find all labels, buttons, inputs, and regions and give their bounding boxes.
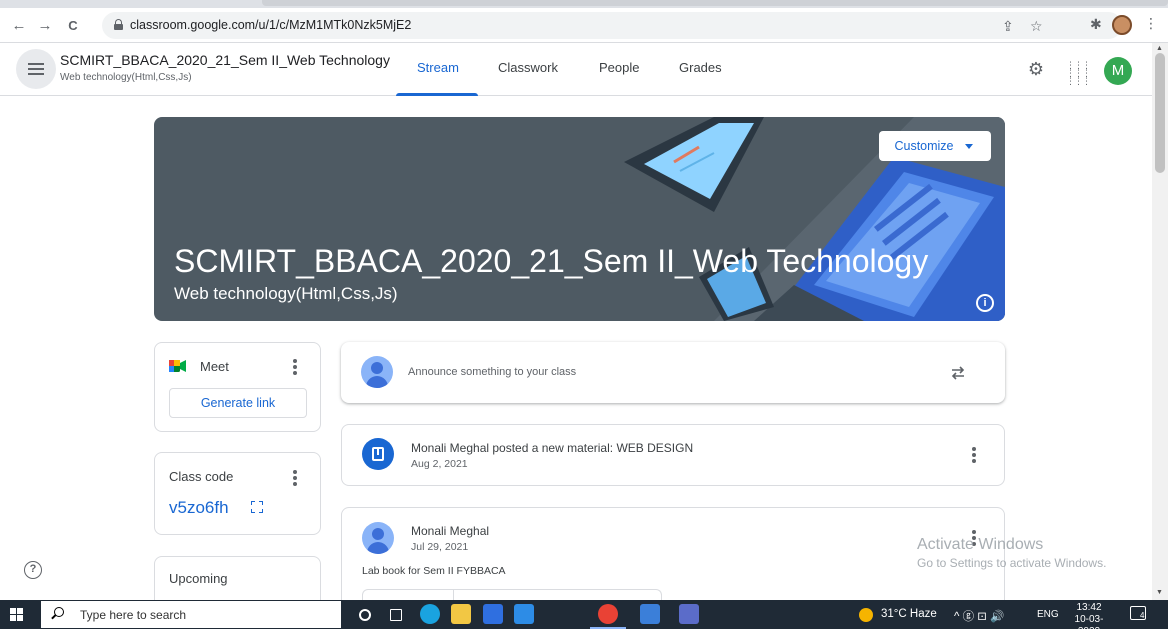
banner-class-title: SCMIRT_BBACA_2020_21_Sem II_Web Technolo… xyxy=(174,243,929,279)
meet-card: Meet Generate link xyxy=(154,342,321,432)
customize-label: Customize xyxy=(894,139,954,153)
generate-link-button[interactable]: Generate link xyxy=(169,388,307,418)
search-icon xyxy=(51,607,64,620)
fullscreen-expand-icon[interactable] xyxy=(251,501,263,513)
post-date: Aug 2, 2021 xyxy=(411,458,468,470)
windows-start-icon[interactable] xyxy=(10,608,23,621)
page-scrollbar[interactable]: ▲ ▼ xyxy=(1152,43,1168,600)
banner-class-subtitle: Web technology(Html,Css,Js) xyxy=(174,284,398,303)
browser-toolbar: ← → C classroom.google.com/u/1/c/MzM1MTk… xyxy=(0,8,1168,43)
tab-people[interactable]: People xyxy=(599,60,639,75)
scrollbar-thumb[interactable] xyxy=(1155,53,1165,173)
reuse-post-icon[interactable] xyxy=(949,364,967,382)
activate-windows-subtitle: Go to Settings to activate Windows. xyxy=(917,556,1107,570)
post-body: Lab book for Sem II FYBBACA xyxy=(362,565,506,577)
customize-button[interactable]: Customize xyxy=(879,131,991,161)
class-code-more-options-icon[interactable] xyxy=(293,470,297,486)
lock-icon[interactable] xyxy=(114,19,123,30)
material-icon xyxy=(362,438,394,470)
cortana-icon[interactable] xyxy=(359,609,371,621)
forward-arrow-icon[interactable]: → xyxy=(34,15,56,37)
meet-more-options-icon[interactable] xyxy=(293,359,297,375)
browser-menu-icon[interactable]: ⋮ xyxy=(1144,15,1158,32)
chrome-icon[interactable] xyxy=(598,604,618,624)
tab-stream[interactable]: Stream xyxy=(417,60,459,75)
store-icon[interactable] xyxy=(483,604,503,624)
notification-center-icon[interactable]: 4 xyxy=(1130,606,1146,620)
windows-taskbar: Type here to search 31°C Haze ^ ⓖ ⊡ 🔊 EN… xyxy=(0,600,1168,629)
post-author: Monali Meghal xyxy=(411,524,490,538)
active-tab-indicator xyxy=(396,93,478,96)
browser-tabstrip xyxy=(0,0,1168,8)
back-arrow-icon[interactable]: ← xyxy=(8,15,30,37)
google-meet-icon xyxy=(169,360,186,372)
reload-icon[interactable]: C xyxy=(62,15,84,37)
activate-windows-title: Activate Windows xyxy=(917,536,1044,553)
url-text[interactable]: classroom.google.com/u/1/c/MzM1MTk0Nzk5M… xyxy=(130,18,411,32)
author-avatar-icon xyxy=(362,522,394,554)
meet-label: Meet xyxy=(200,359,229,374)
mail-icon[interactable] xyxy=(514,604,534,624)
clock-date: 10-03-2022 xyxy=(1074,614,1104,629)
tab-classwork[interactable]: Classwork xyxy=(498,60,558,75)
system-tray-icons[interactable]: ^ ⓖ ⊡ 🔊 xyxy=(954,608,1004,624)
taskbar-search-box[interactable]: Type here to search xyxy=(41,601,341,628)
post-title[interactable]: Monali Meghal posted a new material: WEB… xyxy=(411,441,693,455)
announce-placeholder[interactable]: Announce something to your class xyxy=(408,366,576,378)
notepad-icon[interactable] xyxy=(679,604,699,624)
class-banner: SCMIRT_BBACA_2020_21_Sem II_Web Technolo… xyxy=(154,117,1005,321)
class-code-label: Class code xyxy=(169,469,234,484)
account-avatar[interactable]: M xyxy=(1104,57,1132,85)
browser-tab-area[interactable] xyxy=(262,0,1168,6)
task-view-icon[interactable] xyxy=(390,609,402,621)
info-icon[interactable]: i xyxy=(976,294,994,312)
extensions-icon[interactable]: ✱ xyxy=(1090,16,1102,33)
photos-icon[interactable] xyxy=(640,604,660,624)
caret-down-icon xyxy=(965,144,973,149)
clock-time: 13:42 xyxy=(1076,602,1102,613)
share-icon[interactable]: ⇪ xyxy=(1002,18,1014,35)
browser-profile-avatar[interactable] xyxy=(1112,15,1132,35)
main-menu-button[interactable] xyxy=(16,49,56,89)
apps-grid-icon[interactable]: ⋮⋮⋮ ⋮⋮⋮ ⋮⋮⋮ xyxy=(1066,58,1091,86)
weather-text[interactable]: 31°C Haze xyxy=(881,608,937,620)
post-more-options-icon[interactable] xyxy=(972,447,976,463)
stream-post-material[interactable]: Monali Meghal posted a new material: WEB… xyxy=(341,424,1005,486)
weather-sun-icon[interactable] xyxy=(859,608,873,622)
class-code-card: Class code v5zo6fh xyxy=(154,452,321,535)
settings-gear-icon[interactable]: ⚙ xyxy=(1025,58,1047,80)
edge-browser-icon[interactable] xyxy=(420,604,440,624)
file-explorer-icon[interactable] xyxy=(451,604,471,624)
scroll-down-arrow-icon[interactable]: ▼ xyxy=(1156,589,1163,596)
language-indicator[interactable]: ENG xyxy=(1037,609,1059,620)
user-avatar-icon xyxy=(361,356,393,388)
screen: ← → C classroom.google.com/u/1/c/MzM1MTk… xyxy=(0,0,1168,629)
header-class-subtitle: Web technology(Html,Css,Js) xyxy=(60,72,192,83)
post-date: Jul 29, 2021 xyxy=(411,541,469,553)
taskbar-clock[interactable]: 13:42 10-03-2022 xyxy=(1066,602,1112,629)
taskbar-search-placeholder: Type here to search xyxy=(80,608,187,622)
header-class-title[interactable]: SCMIRT_BBACA_2020_21_Sem II_Web Technolo… xyxy=(60,52,390,68)
scroll-up-arrow-icon[interactable]: ▲ xyxy=(1156,45,1163,52)
announce-box[interactable]: Announce something to your class xyxy=(341,342,1005,403)
help-icon[interactable]: ? xyxy=(24,561,42,579)
address-bar[interactable]: classroom.google.com/u/1/c/MzM1MTk0Nzk5M… xyxy=(102,12,1122,39)
class-code-value: v5zo6fh xyxy=(169,498,229,517)
bookmark-star-icon[interactable]: ☆ xyxy=(1030,18,1043,35)
upcoming-label: Upcoming xyxy=(169,571,228,586)
tab-grades[interactable]: Grades xyxy=(679,60,722,75)
classroom-header: SCMIRT_BBACA_2020_21_Sem II_Web Technolo… xyxy=(0,43,1152,96)
